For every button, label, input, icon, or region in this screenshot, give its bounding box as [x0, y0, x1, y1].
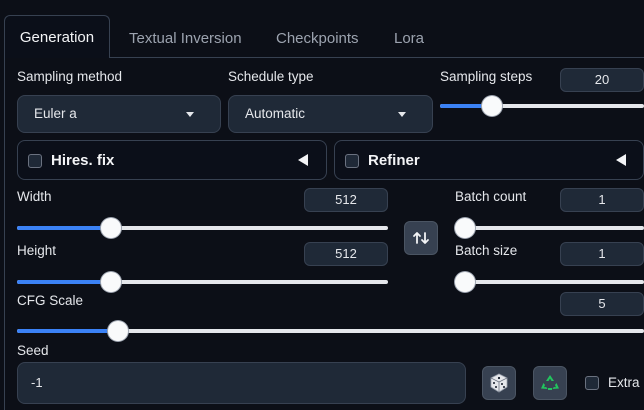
hires-fix-accordion[interactable]: Hires. fix	[17, 140, 327, 180]
refiner-checkbox[interactable]	[345, 154, 359, 168]
extra-checkbox[interactable]	[585, 376, 599, 390]
slider-thumb[interactable]	[108, 321, 129, 341]
panel-border	[4, 58, 5, 410]
seed-label: Seed	[17, 343, 49, 358]
width-label: Width	[17, 189, 52, 204]
width-slider[interactable]	[17, 218, 388, 238]
tab-bar: Generation Textual Inversion Checkpoints…	[0, 0, 644, 58]
schedule-type-dropdown[interactable]: Automatic	[228, 95, 433, 133]
recycle-icon	[541, 375, 559, 390]
swap-dimensions-button[interactable]	[404, 221, 438, 255]
random-seed-button[interactable]	[482, 366, 516, 400]
tab-lora[interactable]: Lora	[394, 24, 424, 58]
schedule-type-label: Schedule type	[228, 69, 314, 84]
refiner-label: Refiner	[368, 152, 420, 169]
sampling-steps-input[interactable]: 20	[560, 68, 644, 92]
slider-thumb[interactable]	[482, 96, 503, 116]
extra-label: Extra	[608, 375, 640, 390]
sampling-method-value: Euler a	[34, 106, 77, 121]
slider-fill	[17, 329, 119, 333]
batch-count-input[interactable]: 1	[560, 188, 644, 212]
tab-generation[interactable]: Generation	[4, 15, 110, 58]
height-input[interactable]: 512	[304, 242, 388, 266]
height-label: Height	[17, 243, 57, 258]
collapse-arrow-icon[interactable]	[298, 154, 308, 166]
sampling-steps-label: Sampling steps	[440, 69, 533, 84]
height-slider[interactable]	[17, 272, 388, 292]
seed-value: -1	[31, 375, 43, 390]
sampling-method-label: Sampling method	[17, 69, 123, 84]
cfg-scale-label: CFG Scale	[17, 293, 84, 308]
cfg-scale-slider[interactable]	[17, 321, 644, 341]
batch-count-label: Batch count	[455, 189, 527, 204]
dice-icon	[490, 373, 508, 393]
width-input[interactable]: 512	[304, 188, 388, 212]
tab-divider	[110, 57, 644, 58]
slider-fill	[17, 280, 112, 284]
tab-checkpoints[interactable]: Checkpoints	[276, 24, 359, 58]
slider-thumb[interactable]	[455, 272, 475, 292]
tab-textual-inversion[interactable]: Textual Inversion	[129, 24, 242, 58]
sampling-method-dropdown[interactable]: Euler a	[17, 95, 221, 133]
refiner-accordion[interactable]: Refiner	[334, 140, 644, 180]
chevron-down-icon	[186, 112, 194, 117]
reuse-seed-button[interactable]	[533, 366, 567, 400]
batch-count-slider[interactable]	[455, 218, 644, 238]
slider-fill	[17, 226, 112, 230]
hires-fix-checkbox[interactable]	[28, 154, 42, 168]
batch-size-slider[interactable]	[455, 272, 644, 292]
schedule-type-value: Automatic	[245, 106, 306, 121]
batch-size-input[interactable]: 1	[560, 242, 644, 266]
hires-fix-label: Hires. fix	[51, 152, 115, 169]
cfg-scale-input[interactable]: 5	[560, 292, 644, 316]
seed-input[interactable]: -1	[17, 362, 466, 404]
slider-thumb[interactable]	[101, 272, 122, 292]
batch-size-label: Batch size	[455, 243, 518, 258]
chevron-down-icon	[398, 112, 406, 117]
slider-thumb[interactable]	[455, 218, 475, 238]
sampling-steps-slider[interactable]	[440, 96, 644, 116]
collapse-arrow-icon[interactable]	[616, 154, 626, 166]
swap-arrows-icon	[413, 232, 429, 244]
slider-thumb[interactable]	[101, 218, 122, 238]
